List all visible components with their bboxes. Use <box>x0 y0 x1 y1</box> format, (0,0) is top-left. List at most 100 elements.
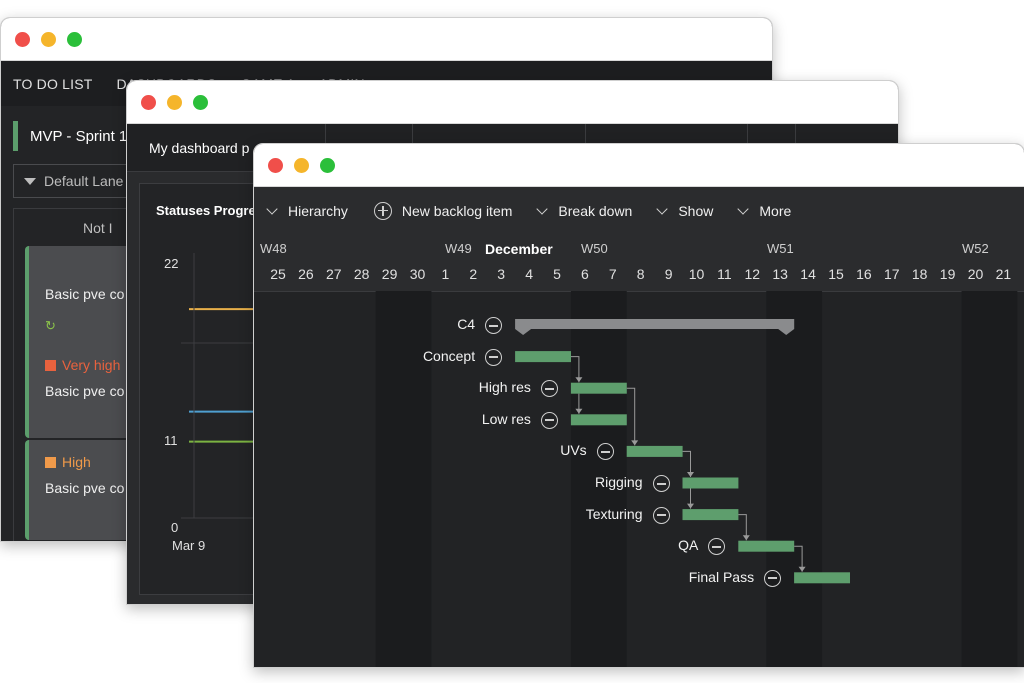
y-tick-label: 0 <box>171 520 179 535</box>
nav-todo-list[interactable]: TO DO LIST <box>13 76 93 92</box>
task-label[interactable]: High res <box>411 379 531 395</box>
show-button[interactable]: Show <box>654 203 713 219</box>
collapse-minus-icon[interactable] <box>485 348 503 366</box>
minimize-window-button[interactable] <box>294 158 309 173</box>
day-label: 30 <box>409 266 426 282</box>
dependency-arrow <box>631 440 639 446</box>
day-label: 12 <box>744 266 761 282</box>
new-backlog-item-button[interactable]: New backlog item <box>370 202 513 220</box>
task-label[interactable]: C4 <box>355 316 475 332</box>
day-label: 15 <box>828 266 844 282</box>
sprint-name: MVP - Sprint 1 <box>30 127 128 145</box>
maximize-window-button[interactable] <box>67 32 82 47</box>
week-label: W50 <box>581 241 608 256</box>
task-bar[interactable] <box>626 445 683 457</box>
task-label[interactable]: QA <box>578 537 698 553</box>
priority-label: Very high <box>45 357 120 373</box>
day-label: 29 <box>381 266 398 282</box>
day-label: 14 <box>800 266 816 282</box>
maximize-window-button[interactable] <box>320 158 335 173</box>
y-tick-label: 22 <box>164 256 179 271</box>
day-label: 26 <box>298 266 314 282</box>
task-bar[interactable] <box>570 414 627 426</box>
weekend-shade <box>766 291 823 667</box>
y-tick-label: 11 <box>164 433 178 448</box>
day-label: 11 <box>717 266 732 282</box>
more-button[interactable]: More <box>735 203 791 219</box>
collapse-minus-icon[interactable] <box>485 317 503 334</box>
task-bar[interactable] <box>515 351 571 363</box>
caret-down-icon <box>24 177 36 185</box>
task-bar[interactable] <box>570 382 627 394</box>
collapse-minus-icon[interactable] <box>652 475 670 492</box>
day-label: 4 <box>525 266 533 282</box>
dashboard-title[interactable]: My dashboard p <box>149 140 249 156</box>
window-titlebar <box>1 18 772 61</box>
week-label: W48 <box>260 241 287 256</box>
task-label[interactable]: Concept <box>355 348 475 364</box>
x-tick-label: Mar 9 <box>172 538 206 553</box>
collapse-minus-icon[interactable] <box>596 443 614 461</box>
break-down-button[interactable]: Break down <box>534 203 632 219</box>
day-label: 17 <box>884 266 900 282</box>
timeline-header <box>254 235 1024 292</box>
day-label: 20 <box>967 266 984 282</box>
dependency-line <box>626 387 636 446</box>
day-label: 5 <box>553 266 561 282</box>
sprint-header[interactable]: MVP - Sprint 1 <box>13 121 127 151</box>
lane-label: Default Lane <box>44 173 124 189</box>
day-label: 6 <box>580 266 589 282</box>
day-label: 27 <box>326 266 342 282</box>
column-header: Not I <box>83 220 113 236</box>
close-window-button[interactable] <box>268 158 283 173</box>
maximize-window-button[interactable] <box>193 95 208 110</box>
window-titlebar <box>254 144 1024 187</box>
minimize-window-button[interactable] <box>167 95 182 110</box>
window-titlebar <box>127 81 898 124</box>
task-bar[interactable] <box>794 572 850 584</box>
day-label: 1 <box>441 266 450 282</box>
more-label: More <box>759 203 792 219</box>
close-window-button[interactable] <box>141 95 156 110</box>
chevron-down-icon <box>536 203 549 215</box>
refresh-icon: ↻ <box>45 318 56 333</box>
priority-square-icon <box>45 456 56 468</box>
priority-text: High <box>62 454 91 470</box>
card-title: Basic pve co <box>45 286 125 302</box>
panel-title: Statuses Progre <box>156 203 256 218</box>
gantt-window: Hierarchy New backlog item Break down Sh… <box>253 143 1024 668</box>
task-label[interactable]: Final Pass <box>634 569 754 585</box>
card-title: Basic pve co <box>45 383 125 399</box>
collapse-minus-icon[interactable] <box>540 411 558 429</box>
break-down-label: Break down <box>558 203 633 219</box>
card-title: Basic pve co <box>45 480 125 496</box>
minimize-window-button[interactable] <box>41 32 56 47</box>
close-window-button[interactable] <box>15 32 30 47</box>
collapse-minus-icon[interactable] <box>764 569 782 587</box>
task-label[interactable]: UVs <box>467 442 586 458</box>
task-label[interactable]: Texturing <box>523 506 643 522</box>
day-label: 10 <box>688 266 705 282</box>
hierarchy-button[interactable]: Hierarchy <box>264 203 348 219</box>
task-label[interactable]: Low res <box>411 411 531 427</box>
dependency-arrow <box>687 472 694 477</box>
day-label: 13 <box>772 266 788 282</box>
task-bar[interactable] <box>682 477 739 489</box>
summary-bar[interactable] <box>515 319 795 335</box>
task-bar[interactable] <box>738 540 795 552</box>
show-label: Show <box>678 203 714 219</box>
new-backlog-label: New backlog item <box>401 203 513 219</box>
dependency-arrow <box>742 535 750 541</box>
chevron-down-icon <box>656 203 669 215</box>
task-bar[interactable] <box>682 509 739 521</box>
week-label: W49 <box>445 241 472 256</box>
collapse-minus-icon[interactable] <box>652 506 670 524</box>
chevron-down-icon <box>737 203 750 215</box>
gantt-toolbar: Hierarchy New backlog item Break down Sh… <box>254 187 1024 236</box>
day-label: 2 <box>469 266 478 282</box>
sprint-color-bar <box>13 121 18 151</box>
priority-label: High <box>45 454 91 470</box>
collapse-minus-icon[interactable] <box>540 380 558 398</box>
chevron-down-icon <box>266 203 278 215</box>
task-label[interactable]: Rigging <box>523 474 642 490</box>
